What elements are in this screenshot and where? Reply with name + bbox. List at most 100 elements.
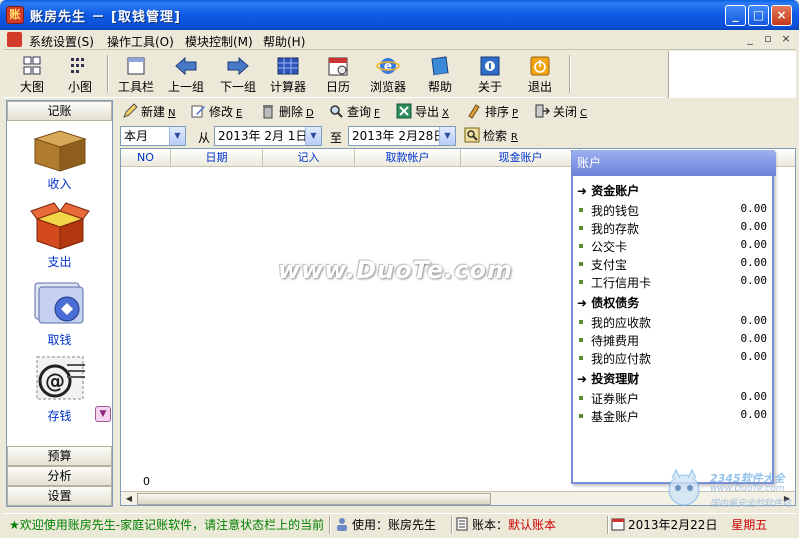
large-icons-button[interactable]: 大图 (7, 55, 57, 95)
watermark-text: www.DuoTe.com (278, 256, 513, 284)
arrow-right-icon: ➜ (577, 296, 588, 310)
next-group-button[interactable]: 下一组 (213, 55, 263, 95)
large-icons-icon (23, 56, 41, 75)
new-record-button[interactable]: 新建 N (122, 103, 176, 120)
query-button[interactable]: 查询 F (328, 103, 380, 120)
window-title: 账房先生 － [取钱管理] (30, 10, 181, 25)
nav-header-analysis[interactable]: 分析 (7, 466, 112, 486)
toolbar-blank-area (668, 51, 796, 98)
scrollbar-thumb[interactable] (137, 493, 491, 505)
app-icon[interactable]: 账 (6, 6, 24, 24)
period-select[interactable]: 本月 ▼ (120, 126, 186, 146)
export-icon (396, 103, 412, 119)
close-panel-button[interactable]: 关闭 C (534, 103, 587, 120)
bullet-icon (579, 396, 583, 400)
nav-item-income[interactable]: 收入 (17, 125, 102, 192)
browser-button[interactable]: e 浏览器 (363, 55, 413, 95)
bullet-icon (579, 414, 583, 418)
query-icon (330, 105, 343, 118)
status-separator (329, 516, 331, 534)
close-button[interactable]: × (771, 5, 792, 26)
delete-record-button[interactable]: 删除 D (260, 103, 314, 120)
nav-header-budget[interactable]: 预算 (7, 446, 112, 466)
calendar-icon (611, 518, 625, 531)
bullet-icon (579, 226, 583, 230)
ie-browser-icon: e (376, 58, 400, 74)
nav-item-withdraw[interactable]: 取钱 (17, 277, 102, 348)
account-row[interactable]: 支付宝 0.00 (579, 256, 767, 273)
column-date[interactable]: 日期 (171, 149, 263, 167)
search-button[interactable]: 检索 R (464, 127, 518, 144)
ledger-icon (456, 517, 468, 531)
status-ledger: 账本：默认账本 (455, 517, 605, 534)
sort-button[interactable]: 排序 P (466, 103, 518, 120)
account-row[interactable]: 待摊费用 0.00 (579, 332, 767, 349)
group-funds[interactable]: ➜ 资金账户 (577, 182, 639, 199)
maximize-button[interactable]: □ (748, 5, 769, 26)
edit-record-button[interactable]: 修改 E (190, 103, 242, 120)
to-label: 至 (330, 131, 343, 145)
email-stamp-icon: @ (36, 356, 85, 400)
small-icons-icon (71, 58, 84, 73)
column-no[interactable]: NO (121, 149, 171, 167)
to-date-picker[interactable]: 2013年 2月28日 ▼ (348, 126, 456, 146)
status-date: 2013年2月22日 星期五 (611, 517, 793, 534)
group-investments[interactable]: ➜ 投资理财 (577, 370, 639, 387)
nav-item-deposit[interactable]: @ 存钱 (17, 353, 102, 424)
column-cash-account[interactable]: 现金账户 (461, 149, 581, 167)
minimize-button[interactable]: _ (725, 5, 746, 26)
previous-group-button[interactable]: 上一组 (161, 55, 211, 95)
box-open-icon (29, 202, 90, 250)
record-toolbar: 新建 N 修改 E 删除 D 查询 F 导出 X 排序 P 关闭 C (118, 100, 796, 123)
nav-header-bookkeeping[interactable]: 记账 (7, 101, 112, 121)
account-row[interactable]: 我的存款 0.00 (579, 220, 767, 237)
mdi-close-button[interactable]: × (779, 33, 793, 46)
account-row[interactable]: 公交卡 0.00 (579, 238, 767, 255)
bullet-icon (579, 356, 583, 360)
export-button[interactable]: 导出 X (396, 103, 449, 120)
status-bar: ★欢迎使用账房先生-家庭记账软件，请注意状态栏上的当前 使用：账房先生 账本：默… (3, 513, 796, 535)
calculator-button[interactable]: 计算器 (263, 55, 313, 95)
menu-operation-tools[interactable]: 操作工具(O) (107, 33, 174, 50)
help-book-icon (431, 56, 449, 76)
scroll-left-icon[interactable]: ◀ (122, 493, 136, 505)
nav-item-expense[interactable]: 支出 (17, 201, 102, 270)
nav-header-settings[interactable]: 设置 (7, 486, 112, 506)
arrow-right-icon: ➜ (577, 372, 588, 386)
cat-logo-icon (668, 468, 700, 506)
account-row[interactable]: 基金账户 0.00 (579, 408, 767, 425)
column-withdraw-account[interactable]: 取款帐户 (355, 149, 461, 167)
account-row[interactable]: 我的钱包 0.00 (579, 202, 767, 219)
menu-help[interactable]: 帮助(H) (263, 33, 305, 50)
menu-system-settings[interactable]: 系统设置(S) (29, 33, 94, 50)
account-row[interactable]: 工行信用卡 0.00 (579, 274, 767, 291)
column-entry[interactable]: 记入 (263, 149, 355, 167)
menu-bar: 系统设置(S) 操作工具(O) 模块控制(M) 帮助(H) _ ▫ × (3, 30, 796, 50)
accounts-panel-title: 账户 (571, 150, 776, 176)
help-button[interactable]: 帮助 (415, 55, 465, 95)
group-debts[interactable]: ➜ 债权债务 (577, 294, 639, 311)
accounts-panel: 账户 ➜ 资金账户 我的钱包 0.00 我的存款 0.00 公交卡 0.00 支付宝 0… (571, 150, 776, 484)
toolbar-toggle-button[interactable]: 工具栏 (111, 55, 161, 95)
about-button[interactable]: 关于 (465, 55, 515, 95)
bullet-icon (579, 338, 583, 342)
toolbar-separator (107, 55, 109, 93)
status-separator (451, 516, 453, 534)
pencil-icon (123, 103, 138, 118)
small-icons-button[interactable]: 小图 (55, 55, 105, 95)
account-row[interactable]: 我的应收款 0.00 (579, 314, 767, 331)
account-row[interactable]: 证券账户 0.00 (579, 390, 767, 407)
exit-icon (530, 56, 550, 76)
mdi-restore-button[interactable]: ▫ (761, 33, 775, 46)
menu-module-control[interactable]: 模块控制(M) (185, 33, 253, 50)
mdi-minimize-button[interactable]: _ (743, 33, 757, 46)
from-date-picker[interactable]: 2013年 2月 1日 ▼ (214, 126, 322, 146)
nav-scroll-down-button[interactable]: ▼ (95, 406, 111, 422)
record-count: 0 (143, 475, 150, 488)
bullet-icon (579, 244, 583, 248)
svg-text:@: @ (45, 369, 65, 393)
calendar-button[interactable]: 日历 (313, 55, 363, 95)
exit-button[interactable]: 退出 (515, 55, 565, 95)
app-menu-icon[interactable] (7, 32, 22, 47)
account-row[interactable]: 我的应付款 0.00 (579, 350, 767, 367)
